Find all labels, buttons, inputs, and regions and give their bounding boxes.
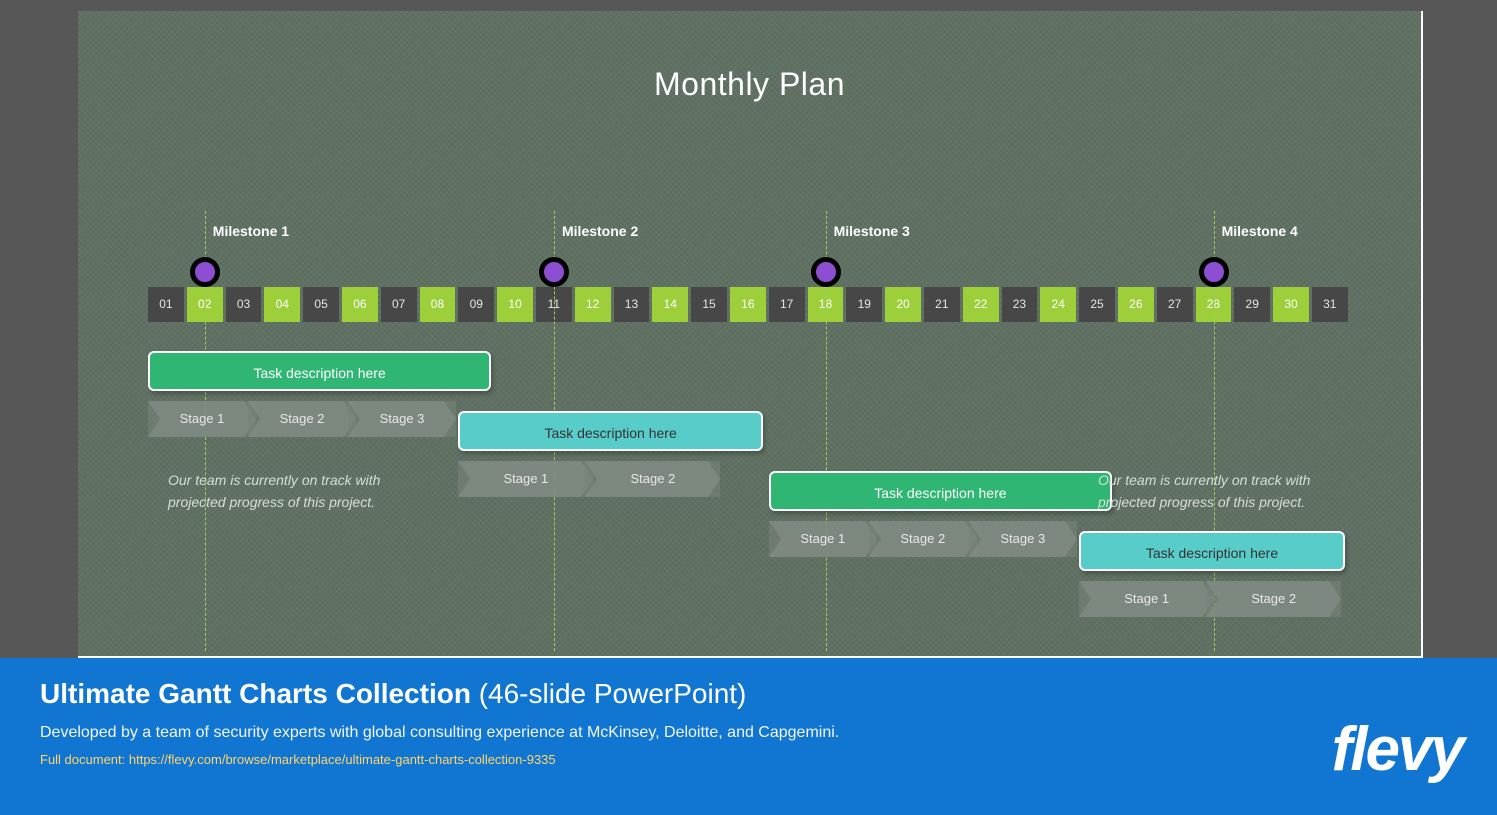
- task-bar: Task description here: [458, 411, 762, 451]
- product-title-rest: (46-slide PowerPoint): [471, 678, 746, 709]
- task-bar: Task description here: [148, 351, 491, 391]
- day-cell: 16: [730, 287, 766, 322]
- day-cell: 05: [303, 287, 339, 322]
- product-link[interactable]: Full document: https://flevy.com/browse/…: [40, 752, 1467, 767]
- day-cell: 20: [885, 287, 921, 322]
- stage-row: Stage 1Stage 2: [458, 461, 712, 497]
- day-cell: 15: [691, 287, 727, 322]
- milestone-label: Milestone 2: [562, 223, 638, 239]
- day-cell: 22: [963, 287, 999, 322]
- day-cell: 30: [1273, 287, 1309, 322]
- day-cell: 24: [1040, 287, 1076, 322]
- day-cell: 09: [458, 287, 494, 322]
- stage-chevron: Stage 2: [248, 401, 356, 437]
- day-cell: 10: [497, 287, 533, 322]
- footer-banner: Ultimate Gantt Charts Collection (46-sli…: [0, 658, 1497, 815]
- stage-chevron: Stage 2: [1206, 581, 1341, 617]
- stage-chevron: Stage 3: [348, 401, 456, 437]
- milestone-label: Milestone 4: [1222, 223, 1298, 239]
- product-subtitle: Developed by a team of security experts …: [40, 724, 1467, 742]
- day-cell: 06: [342, 287, 378, 322]
- progress-note: Our team is currently on track with proj…: [168, 469, 428, 513]
- milestone-marker: [811, 257, 841, 287]
- stage-chevron: Stage 1: [458, 461, 593, 497]
- product-title-bold: Ultimate Gantt Charts Collection: [40, 678, 471, 709]
- day-cell: 13: [614, 287, 650, 322]
- day-cell: 12: [575, 287, 611, 322]
- day-cell: 08: [420, 287, 456, 322]
- stage-chevron: Stage 1: [1079, 581, 1214, 617]
- task-bar: Task description here: [769, 471, 1112, 511]
- task-bar: Task description here: [1079, 531, 1345, 571]
- milestone-label: Milestone 3: [834, 223, 910, 239]
- day-cell: 26: [1118, 287, 1154, 322]
- stage-chevron: Stage 1: [148, 401, 256, 437]
- day-cell: 07: [381, 287, 417, 322]
- day-cell: 01: [148, 287, 184, 322]
- day-cell: 17: [769, 287, 805, 322]
- day-row: 0102030405060708091011121314151617181920…: [148, 287, 1348, 322]
- stage-chevron: Stage 2: [869, 521, 977, 557]
- day-cell: 19: [846, 287, 882, 322]
- stage-row: Stage 1Stage 2Stage 3: [769, 521, 1069, 557]
- stage-chevron: Stage 1: [769, 521, 877, 557]
- milestone-marker: [539, 257, 569, 287]
- slide: Monthly Plan 010203040506070809101112131…: [78, 11, 1423, 658]
- day-cell: 03: [226, 287, 262, 322]
- day-cell: 14: [652, 287, 688, 322]
- milestone-marker: [1199, 257, 1229, 287]
- slide-title: Monthly Plan: [78, 11, 1421, 103]
- day-cell: 21: [924, 287, 960, 322]
- stage-row: Stage 1Stage 2: [1079, 581, 1333, 617]
- progress-note: Our team is currently on track with proj…: [1098, 469, 1358, 513]
- day-cell: 23: [1002, 287, 1038, 322]
- brand-logo: flevy: [1332, 714, 1463, 785]
- stage-chevron: Stage 2: [585, 461, 720, 497]
- day-cell: 04: [264, 287, 300, 322]
- day-cell: 27: [1157, 287, 1193, 322]
- product-title: Ultimate Gantt Charts Collection (46-sli…: [40, 678, 1467, 710]
- milestone-marker: [190, 257, 220, 287]
- stage-chevron: Stage 3: [969, 521, 1077, 557]
- day-cell: 25: [1079, 287, 1115, 322]
- milestone-label: Milestone 1: [213, 223, 289, 239]
- day-cell: 29: [1234, 287, 1270, 322]
- day-cell: 31: [1312, 287, 1348, 322]
- stage-row: Stage 1Stage 2Stage 3: [148, 401, 448, 437]
